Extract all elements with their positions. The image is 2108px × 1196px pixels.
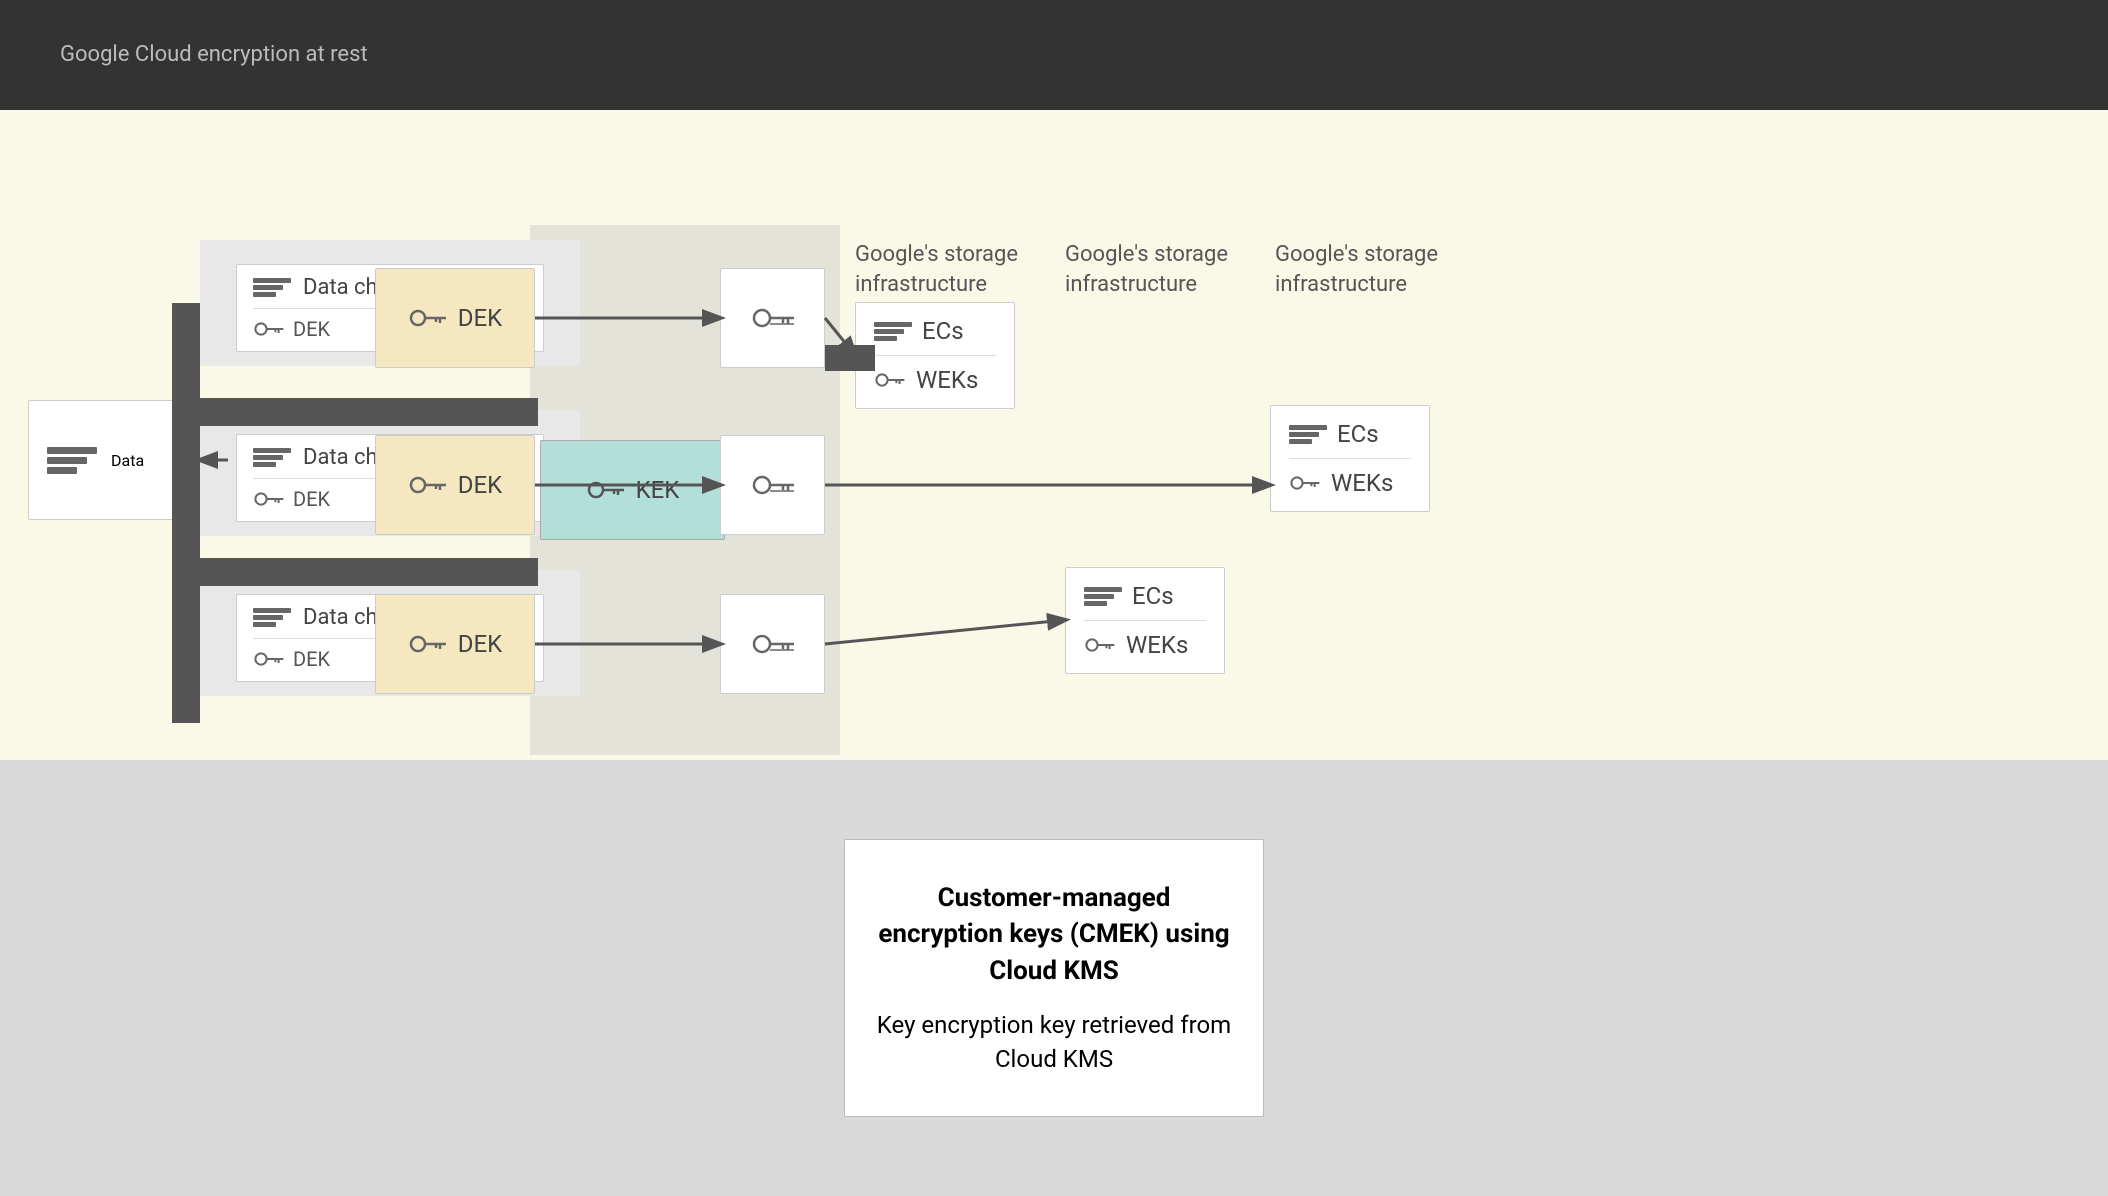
bottom-area: Customer-managed encryption keys (CMEK) … [0, 760, 2108, 1196]
weks-label-2: WEKs [1331, 469, 1393, 497]
weks-label-3: WEKs [1126, 631, 1188, 659]
data-label: Data [111, 451, 144, 470]
dek-box-2: DEK [375, 435, 535, 535]
main-vertical-bar [172, 303, 200, 723]
storage-label-2: Google's storageinfrastructure [1065, 240, 1228, 299]
dek-label-2: DEK [458, 471, 502, 499]
arrow-bar-1 [825, 345, 875, 371]
diagram-area: Data Data chunk DEK Data chunk [0, 110, 2108, 760]
dek-box-1: DEK [375, 268, 535, 368]
ecs-label-2: ECs [1337, 420, 1379, 448]
chunk-icon-2 [253, 448, 291, 467]
storage-row-ecs-2: ECs [1289, 420, 1411, 448]
legend-box: Customer-managed encryption keys (CMEK) … [844, 839, 1264, 1117]
ecs-label-1: ECs [922, 317, 964, 345]
chunk-dek-label-2: DEK [293, 487, 330, 511]
ecs-icon-1 [874, 322, 912, 341]
storage-row-ecs-3: ECs [1084, 582, 1206, 610]
kek-label: KEK [636, 476, 680, 504]
top-bar: Google Cloud encryption at rest [0, 0, 2108, 110]
legend-title: Customer-managed encryption keys (CMEK) … [875, 880, 1233, 989]
ecs-icon-2 [1289, 425, 1327, 444]
connector-bar-mid [173, 558, 538, 586]
storage-label-1: Google's storageinfrastructure [855, 240, 1018, 299]
storage-group-1: ECs WEKs [855, 302, 1015, 409]
storage-group-3: ECs WEKs [1065, 567, 1225, 674]
storage-row-weks-1: WEKs [874, 355, 996, 394]
top-bar-text: Google Cloud encryption at rest [60, 40, 368, 71]
storage-label-3: Google's storageinfrastructure [1275, 240, 1438, 299]
chunk-icon-3 [253, 608, 291, 627]
kek-box: KEK [540, 440, 725, 540]
data-icon [47, 447, 97, 474]
ecs-icon-3 [1084, 587, 1122, 606]
storage-row-weks-2: WEKs [1289, 458, 1411, 497]
storage-group-2: ECs WEKs [1270, 405, 1430, 512]
dek-label-1: DEK [458, 304, 502, 332]
dek-label-3: DEK [458, 630, 502, 658]
connector-bar-top [173, 398, 538, 426]
enc-key-box-2 [720, 435, 825, 535]
weks-label-1: WEKs [916, 366, 978, 394]
storage-row-ecs-1: ECs [874, 317, 996, 345]
chunk-dek-label-1: DEK [293, 317, 330, 341]
chunk-dek-label-3: DEK [293, 647, 330, 671]
enc-key-box-1 [720, 268, 825, 368]
storage-row-weks-3: WEKs [1084, 620, 1206, 659]
legend-description: Key encryption key retrieved from Cloud … [875, 1009, 1233, 1076]
dek-box-3: DEK [375, 594, 535, 694]
enc-key-box-3 [720, 594, 825, 694]
ecs-label-3: ECs [1132, 582, 1174, 610]
chunk-icon-1 [253, 278, 291, 297]
